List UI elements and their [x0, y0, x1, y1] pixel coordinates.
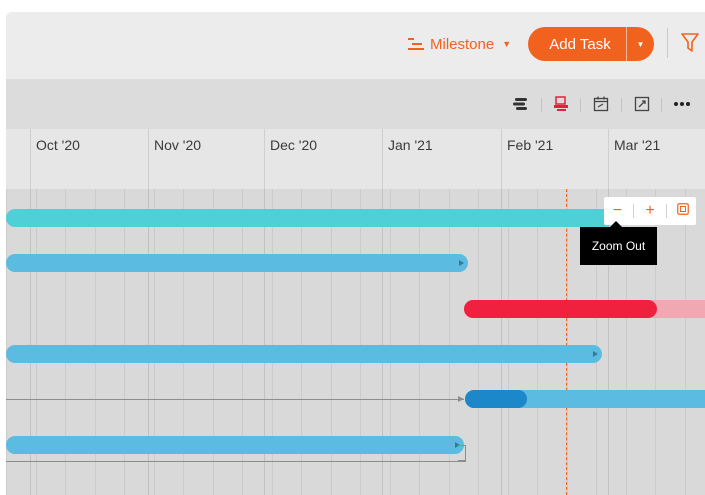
- grid-line: [508, 189, 509, 495]
- more-icon[interactable]: [672, 94, 692, 114]
- task-progress: [464, 300, 657, 318]
- task-bar[interactable]: [6, 254, 468, 272]
- month-divider: [148, 129, 149, 189]
- zoom-in-button[interactable]: +: [639, 202, 661, 220]
- resize-handle[interactable]: [593, 351, 598, 357]
- milestone-list-icon: [408, 38, 424, 50]
- milestone-label: Milestone: [430, 35, 495, 53]
- month-divider: [30, 129, 31, 189]
- dependency-line: [458, 445, 466, 461]
- month-divider: [382, 129, 383, 189]
- grid-line: [685, 189, 686, 495]
- zoom-out-button[interactable]: −: [606, 202, 628, 220]
- dependency-line: [6, 399, 464, 400]
- toolbar-separator: [621, 98, 622, 112]
- milestone-dropdown[interactable]: Milestone ▼: [408, 31, 511, 57]
- chevron-down-icon: ▼: [502, 39, 512, 49]
- task-bar[interactable]: [6, 436, 464, 454]
- add-task-button[interactable]: Add Task: [528, 36, 626, 53]
- month-divider: [501, 129, 502, 189]
- month-label: Nov '20: [154, 137, 202, 153]
- month-label: Oct '20: [36, 137, 80, 153]
- month-grid-line: [501, 189, 502, 495]
- task-bar[interactable]: [6, 345, 602, 363]
- dependency-arrow-icon: [458, 396, 464, 402]
- task-bar[interactable]: [6, 209, 614, 227]
- critical-path-icon[interactable]: [511, 94, 531, 114]
- zoom-separator: [665, 204, 667, 218]
- month-label: Dec '20: [270, 137, 318, 153]
- dependency-line: [6, 461, 466, 462]
- month-label: Mar '21: [614, 137, 661, 153]
- task-bar[interactable]: [464, 300, 705, 318]
- grid-line: [567, 189, 568, 495]
- top-strip: [0, 0, 705, 12]
- fullscreen-icon[interactable]: [632, 94, 652, 114]
- resize-handle[interactable]: [459, 260, 464, 266]
- month-divider: [264, 129, 265, 189]
- caret-down-icon: ▼: [636, 39, 645, 49]
- baseline-icon[interactable]: [551, 94, 571, 114]
- task-progress: [465, 390, 527, 408]
- today-marker: [566, 189, 567, 495]
- month-divider: [608, 129, 609, 189]
- grid-line: [537, 189, 538, 495]
- toolbar-separator: [541, 98, 542, 112]
- month-label: Jan '21: [388, 137, 433, 153]
- fit-to-screen-icon[interactable]: [672, 202, 694, 220]
- add-task-split-button: Add Task ▼: [528, 27, 654, 61]
- toolbar-separator: [661, 98, 662, 112]
- filter-icon[interactable]: [681, 33, 699, 53]
- zoom-out-tooltip: Zoom Out: [580, 221, 657, 265]
- month-label: Feb '21: [507, 137, 554, 153]
- zoom-separator: [633, 204, 635, 218]
- grid-line: [478, 189, 479, 495]
- toolbar-separator: [580, 98, 581, 112]
- calendar-icon[interactable]: [591, 94, 611, 114]
- timeline-header: [6, 129, 705, 189]
- task-bar[interactable]: [465, 390, 705, 408]
- header-divider: [667, 28, 668, 58]
